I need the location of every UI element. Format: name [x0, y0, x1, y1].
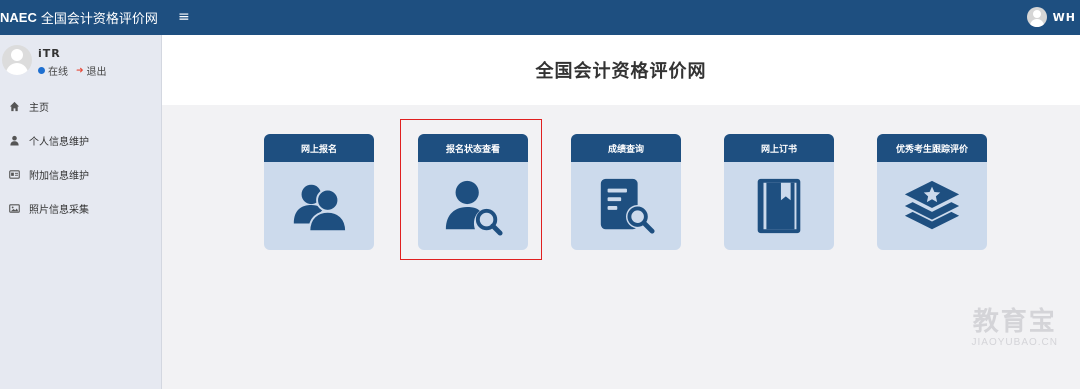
main-content: 全国会计资格评价网 网上报名 报名状态查看 成绩查询 网上订书 优秀考生跟踪评价 — [162, 35, 1080, 389]
user-menu[interactable]: WH — [1026, 7, 1076, 27]
top-header: NAEC 全国会计资格评价网 ≡ WH — [0, 0, 1080, 35]
header-user-name[interactable]: WH — [1053, 11, 1076, 24]
sidebar-item-home[interactable]: 主页 — [0, 89, 162, 123]
watermark-en: JIAOYUBAO.CN — [971, 337, 1058, 348]
document-search-icon — [571, 162, 681, 250]
card-registration-status[interactable]: 报名状态查看 — [418, 134, 528, 250]
card-title: 网上订书 — [724, 134, 834, 162]
card-excellent-candidate-tracking[interactable]: 优秀考生跟踪评价 — [877, 134, 987, 250]
online-dot-icon — [38, 67, 45, 74]
brand-abbr: NAEC — [0, 10, 37, 25]
users-icon — [264, 162, 374, 250]
brand-name: 全国会计资格评价网 — [40, 12, 158, 27]
user-status: 在线 ➜ 退出 — [38, 63, 107, 78]
menu-toggle-icon[interactable]: ≡ — [178, 9, 190, 25]
logout-icon[interactable]: ➜ — [76, 66, 84, 76]
title-band: 全国会计资格评价网 — [162, 35, 1080, 105]
card-title: 报名状态查看 — [418, 134, 528, 162]
user-search-icon — [418, 162, 528, 250]
sidebar-item-label: 附加信息维护 — [29, 170, 89, 182]
sidebar-menu: 主页 个人信息维护 附加信息维护 照片信息采集 — [0, 89, 162, 225]
home-icon — [8, 100, 20, 112]
sidebar-item-label: 照片信息采集 — [29, 204, 89, 216]
sidebar-item-extra-info[interactable]: 附加信息维护 — [0, 157, 162, 191]
layers-star-icon — [877, 162, 987, 250]
sidebar-avatar — [2, 45, 32, 75]
brand-logo[interactable]: NAEC 全国会计资格评价网 — [0, 0, 162, 35]
card-title: 成绩查询 — [571, 134, 681, 162]
watermark-logo: 教育宝 JIAOYUBAO.CN — [972, 307, 1058, 348]
sidebar-item-personal-info[interactable]: 个人信息维护 — [0, 123, 162, 157]
id-card-icon — [8, 168, 20, 180]
book-icon — [724, 162, 834, 250]
card-title: 网上报名 — [264, 134, 374, 162]
sidebar-item-photo[interactable]: 照片信息采集 — [0, 191, 162, 225]
page-title: 全国会计资格评价网 — [535, 61, 707, 82]
status-online-label: 在线 — [48, 67, 68, 78]
logout-link[interactable]: 退出 — [87, 63, 107, 78]
sidebar-user-name: iTR — [38, 47, 61, 60]
user-panel: iTR 在线 ➜ 退出 — [0, 45, 162, 81]
avatar[interactable] — [1026, 7, 1047, 27]
sidebar-item-label: 个人信息维护 — [29, 136, 89, 148]
sidebar-item-label: 主页 — [29, 102, 49, 114]
card-title: 优秀考生跟踪评价 — [877, 134, 987, 162]
card-online-registration[interactable]: 网上报名 — [264, 134, 374, 250]
watermark-cn: 教育宝 — [972, 307, 1057, 337]
card-online-book-order[interactable]: 网上订书 — [724, 134, 834, 250]
sidebar: iTR 在线 ➜ 退出 主页 个人信息维护 附加信息维护 照片信息采集 — [0, 35, 162, 389]
card-score-query[interactable]: 成绩查询 — [571, 134, 681, 250]
user-icon — [8, 134, 20, 146]
image-icon — [8, 202, 20, 214]
